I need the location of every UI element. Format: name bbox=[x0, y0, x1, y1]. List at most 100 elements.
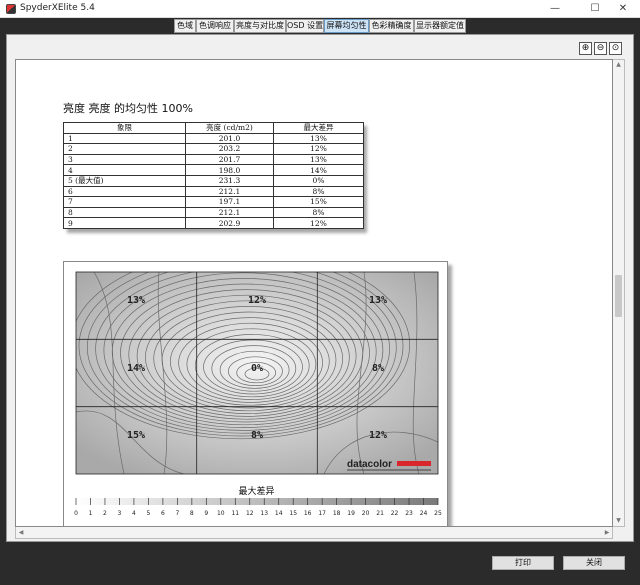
tab-gamut[interactable]: 色域 bbox=[174, 19, 196, 33]
map-cell-label: 13% bbox=[369, 295, 387, 306]
cell-difference: 8% bbox=[273, 206, 364, 219]
map-cell-label: 8% bbox=[251, 430, 263, 441]
horizontal-scrollbar[interactable]: ◀ ▶ bbox=[15, 527, 613, 539]
table-header-row: 象限 亮度 (cd/m2) 最大差异 bbox=[63, 122, 364, 134]
legend-tick-label: 14 bbox=[275, 510, 283, 517]
cell-difference: 8% bbox=[273, 185, 364, 198]
cell-quadrant: 1 bbox=[63, 132, 186, 145]
cell-quadrant: 4 bbox=[63, 164, 186, 176]
legend-tick-label: 9 bbox=[204, 510, 208, 517]
legend-tick-label: 12 bbox=[246, 510, 254, 517]
cell-luminance: 201.7 bbox=[185, 153, 274, 166]
uniformity-table: 象限 亮度 (cd/m2) 最大差异 1 201.0 13% 2 203.2 12% 3… bbox=[63, 122, 364, 229]
window-title: SpyderXElite 5.4 bbox=[20, 3, 95, 13]
zoom-in-icon[interactable]: ⊕ bbox=[579, 42, 592, 55]
cell-luminance: 202.9 bbox=[185, 217, 274, 229]
cell-difference: 12% bbox=[273, 143, 364, 155]
map-cell-label: 0% bbox=[251, 363, 263, 374]
legend-tick-label: 18 bbox=[333, 510, 341, 517]
zoom-out-icon[interactable]: ⊖ bbox=[594, 42, 607, 55]
scroll-up-icon[interactable]: ▲ bbox=[613, 60, 624, 70]
legend-tick-label: 19 bbox=[347, 510, 355, 517]
header-luminance: 亮度 (cd/m2) bbox=[185, 122, 274, 134]
print-button[interactable]: 打印 bbox=[492, 556, 554, 570]
legend-bar bbox=[76, 498, 438, 505]
scroll-right-icon[interactable]: ▶ bbox=[602, 527, 612, 538]
legend-tick-label: 0 bbox=[74, 510, 78, 517]
legend-tick-label: 1 bbox=[89, 510, 93, 517]
tab-tone-response[interactable]: 色调响应 bbox=[196, 19, 234, 33]
tab-color-accuracy[interactable]: 色彩精确度 bbox=[369, 19, 414, 33]
report-title: 亮度 亮度 的均匀性 100% bbox=[63, 102, 193, 115]
cell-quadrant: 2 bbox=[63, 143, 186, 155]
legend-tick-label: 25 bbox=[434, 510, 442, 517]
zoom-toolbar: ⊕ ⊖ ⊙ bbox=[579, 42, 623, 56]
legend-tick-label: 17 bbox=[318, 510, 326, 517]
cell-difference: 13% bbox=[273, 132, 364, 145]
scroll-down-icon[interactable]: ▼ bbox=[613, 516, 624, 526]
cell-difference: 13% bbox=[273, 153, 364, 166]
cell-difference: 15% bbox=[273, 196, 364, 208]
legend-tick-label: 15 bbox=[289, 510, 297, 517]
table-row: 3 201.7 13% bbox=[63, 153, 364, 166]
legend-tick-label: 24 bbox=[420, 510, 428, 517]
header-quadrant: 象限 bbox=[63, 122, 186, 134]
legend-tick-label: 2 bbox=[103, 510, 107, 517]
table-row: 6 212.1 8% bbox=[63, 185, 364, 198]
tab-bar: 色域 色调响应 亮度与对比度 OSD 设置 屏幕均匀性 色彩精确度 显示器额定值 bbox=[0, 18, 640, 34]
legend-tick-label: 20 bbox=[362, 510, 370, 517]
cell-quadrant: 7 bbox=[63, 196, 186, 208]
cell-luminance: 212.1 bbox=[185, 206, 274, 219]
close-button[interactable]: 关闭 bbox=[563, 556, 625, 570]
cell-luminance: 231.3 bbox=[185, 174, 274, 187]
legend-tick-label: 16 bbox=[304, 510, 312, 517]
legend-tick-label: 21 bbox=[376, 510, 384, 517]
table-row: 8 212.1 8% bbox=[63, 206, 364, 219]
legend-tick-label: 8 bbox=[190, 510, 194, 517]
cell-quadrant: 3 bbox=[63, 153, 186, 166]
scroll-thumb[interactable] bbox=[615, 275, 622, 317]
tab-osd-settings[interactable]: OSD 设置 bbox=[286, 19, 324, 33]
map-cell-label: 12% bbox=[248, 295, 266, 306]
tab-screen-uniformity[interactable]: 屏幕均匀性 bbox=[324, 19, 369, 33]
header-max-difference: 最大差异 bbox=[273, 122, 364, 134]
close-window-button[interactable]: ✕ bbox=[606, 0, 640, 18]
table-row: 2 203.2 12% bbox=[63, 143, 364, 155]
table-row: 4 198.0 14% bbox=[63, 164, 364, 176]
cell-luminance: 198.0 bbox=[185, 164, 274, 176]
legend-tick-label: 3 bbox=[118, 510, 122, 517]
cell-luminance: 201.0 bbox=[185, 132, 274, 145]
legend-tick-label: 6 bbox=[161, 510, 165, 517]
map-cell-label: 14% bbox=[127, 363, 145, 374]
table-row: 7 197.1 15% bbox=[63, 196, 364, 208]
tab-display-rating[interactable]: 显示器额定值 bbox=[414, 19, 466, 33]
title-bar: SpyderXElite 5.4 — ☐ ✕ bbox=[0, 0, 640, 18]
scroll-left-icon[interactable]: ◀ bbox=[16, 527, 26, 538]
legend-tick-label: 10 bbox=[217, 510, 225, 517]
vertical-scrollbar[interactable]: ▲ ▼ bbox=[613, 59, 625, 527]
map-cell-label: 13% bbox=[127, 295, 145, 306]
legend-tick-label: 5 bbox=[146, 510, 150, 517]
table-row: 9 202.9 12% bbox=[63, 217, 364, 229]
cell-quadrant: 9 bbox=[63, 217, 186, 229]
legend-tick-label: 22 bbox=[391, 510, 399, 517]
legend-title: 最大差异 bbox=[238, 487, 275, 497]
legend-tick-label: 4 bbox=[132, 510, 136, 517]
minimize-button[interactable]: — bbox=[538, 0, 572, 18]
legend-tick-label: 7 bbox=[175, 510, 179, 517]
cell-quadrant: 6 bbox=[63, 185, 186, 198]
map-cell-label: 15% bbox=[127, 430, 145, 441]
cell-difference: 12% bbox=[273, 217, 364, 229]
cell-luminance: 203.2 bbox=[185, 143, 274, 155]
table-row: 5 (最大值) 231.3 0% bbox=[63, 174, 364, 187]
zoom-fit-icon[interactable]: ⊙ bbox=[609, 42, 622, 55]
cell-quadrant: 8 bbox=[63, 206, 186, 219]
table-row: 1 201.0 13% bbox=[63, 132, 364, 145]
map-cell-label: 8% bbox=[372, 363, 384, 374]
uniformity-map: 13% 12% 13% 14% 0% 8% 15% 8% 12% datacol… bbox=[63, 261, 448, 526]
app-icon bbox=[6, 4, 16, 14]
legend-tick-label: 23 bbox=[405, 510, 413, 517]
tab-brightness-contrast[interactable]: 亮度与对比度 bbox=[234, 19, 286, 33]
cell-difference: 0% bbox=[273, 174, 364, 187]
cell-difference: 14% bbox=[273, 164, 364, 176]
